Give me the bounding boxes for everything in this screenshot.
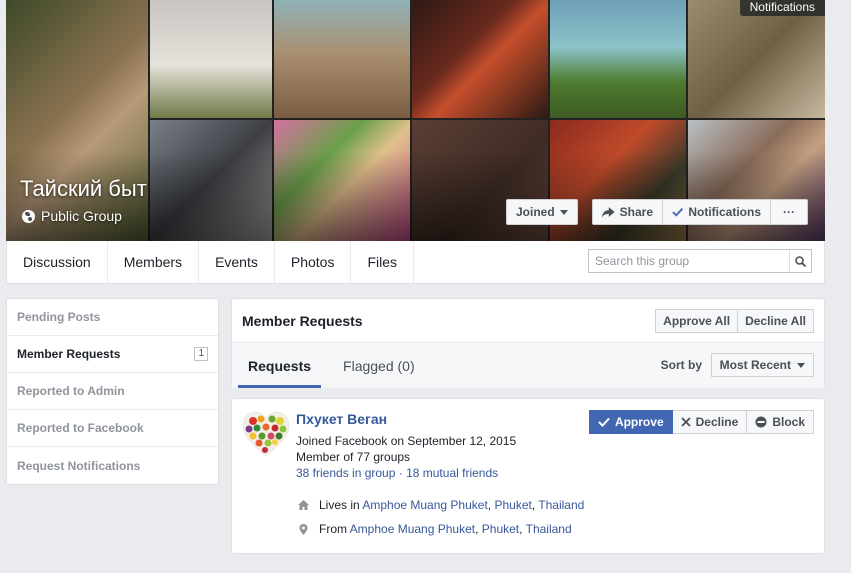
sort-dropdown[interactable]: Most Recent <box>710 353 814 377</box>
lives-in-prefix: Lives in <box>319 498 360 512</box>
tab-requests[interactable]: Requests <box>238 343 322 388</box>
checkmark-icon <box>598 417 610 427</box>
comma: , <box>519 522 523 536</box>
notifications-tooltip: Notifications <box>739 0 825 16</box>
cover-tile-monks <box>412 0 548 118</box>
from-text: From Amphoe Muang Phuket, Phuket, Thaila… <box>319 522 572 536</box>
joined-button-label: Joined <box>516 205 555 219</box>
tab-flagged[interactable]: Flagged (0) <box>333 343 425 388</box>
sort-label: Sort by <box>660 358 702 372</box>
sidebar-item-reported-to-admin[interactable]: Reported to Admin <box>7 373 218 410</box>
approve-all-button[interactable]: Approve All <box>655 309 739 333</box>
groups-count: Member of 77 groups <box>296 450 411 464</box>
sidebar-item-member-requests[interactable]: Member Requests 1 <box>7 336 218 373</box>
globe-icon <box>22 209 35 223</box>
group-privacy-label: Public Group <box>41 208 122 224</box>
block-button-label: Block <box>772 415 805 429</box>
group-nav-bar: Discussion Members Events Photos Files <box>6 241 825 284</box>
joined-button[interactable]: Joined <box>506 199 578 225</box>
more-dots-icon: ··· <box>783 205 795 219</box>
cover-tile-sign <box>688 0 825 118</box>
mutual-friends-link[interactable]: 18 mutual friends <box>406 466 498 480</box>
tab-discussion[interactable]: Discussion <box>7 241 108 283</box>
group-search <box>588 249 812 273</box>
search-icon <box>795 255 806 267</box>
tab-members[interactable]: Members <box>108 241 200 283</box>
cover-tile-beach <box>550 0 686 118</box>
lives-in-city-link[interactable]: Phuket <box>494 498 531 512</box>
lives-in-country-link[interactable]: Thailand <box>538 498 584 512</box>
from-country-link[interactable]: Thailand <box>526 522 572 536</box>
requester-name[interactable]: Пхукет Веган <box>296 411 387 427</box>
search-input[interactable] <box>589 250 789 272</box>
request-actions: Approve Decline Block <box>588 410 814 434</box>
decline-all-button[interactable]: Decline All <box>738 309 814 333</box>
lives-in-text: Lives in Amphoe Muang Phuket, Phuket, Th… <box>319 498 584 512</box>
heart-fruits-avatar <box>242 411 290 457</box>
chevron-down-icon <box>559 209 568 215</box>
lives-in-place-link[interactable]: Amphoe Muang Phuket <box>362 498 487 512</box>
bulk-actions: Approve All Decline All <box>655 309 814 333</box>
notifications-button-label: Notifications <box>688 205 761 219</box>
sidebar-item-label: Member Requests <box>17 347 121 361</box>
sidebar-item-label: Request Notifications <box>17 458 141 473</box>
share-button-label: Share <box>619 205 653 219</box>
group-privacy: Public Group <box>22 208 122 224</box>
sidebar-item-label: Reported to Admin <box>17 384 125 398</box>
comma: , <box>475 522 479 536</box>
share-icon <box>602 206 615 218</box>
close-icon <box>680 417 691 427</box>
group-title[interactable]: Тайский быт <box>20 176 147 202</box>
friends-info: 38 friends in group · 18 mutual friends <box>296 466 498 480</box>
from-place-link[interactable]: Amphoe Muang Phuket <box>350 522 475 536</box>
cover-tile-temple <box>150 0 272 118</box>
admin-sidebar: Pending Posts Member Requests 1 Reported… <box>6 298 219 485</box>
decline-button[interactable]: Decline <box>672 410 748 434</box>
member-request-card: Пхукет Веган Joined Facebook on Septembe… <box>231 398 825 554</box>
sidebar-item-request-notifications[interactable]: Request Notifications <box>7 447 218 484</box>
share-button[interactable]: Share <box>592 199 663 225</box>
home-icon <box>298 500 309 510</box>
tab-files[interactable]: Files <box>351 241 415 283</box>
group-cover-photo[interactable]: Тайский быт Public Group Notifications J… <box>6 0 825 241</box>
comma: , <box>487 498 492 512</box>
notifications-button[interactable]: Notifications <box>662 199 771 225</box>
member-requests-panel: Member Requests Approve All Decline All … <box>231 298 825 388</box>
location-pin-icon <box>299 523 308 535</box>
request-tabs: Requests Flagged (0) Sort by Most Recent <box>232 343 824 388</box>
comma: , <box>531 498 536 512</box>
from-row: From Amphoe Muang Phuket, Phuket, Thaila… <box>298 522 572 536</box>
friends-in-group-link[interactable]: 38 friends in group <box>296 466 395 480</box>
count-badge: 1 <box>194 347 208 361</box>
from-city-link[interactable]: Phuket <box>482 522 519 536</box>
from-prefix: From <box>319 522 347 536</box>
more-options-button[interactable]: ··· <box>770 199 808 225</box>
sort-dropdown-value: Most Recent <box>719 358 791 372</box>
decline-button-label: Decline <box>695 415 739 429</box>
tab-photos[interactable]: Photos <box>275 241 352 283</box>
cover-tile-pier <box>274 0 410 118</box>
block-icon <box>755 416 767 428</box>
sidebar-item-reported-to-facebook[interactable]: Reported to Facebook <box>7 410 218 447</box>
approve-button-label: Approve <box>614 415 664 429</box>
avatar[interactable] <box>241 410 291 458</box>
approve-button[interactable]: Approve <box>588 410 673 434</box>
block-button[interactable]: Block <box>747 410 814 434</box>
sidebar-item-pending-posts[interactable]: Pending Posts <box>7 299 218 336</box>
lives-in-row: Lives in Amphoe Muang Phuket, Phuket, Th… <box>298 498 584 512</box>
separator: · <box>395 466 407 480</box>
joined-date: Joined Facebook on September 12, 2015 <box>296 434 517 448</box>
panel-title: Member Requests <box>242 312 363 329</box>
checkmark-icon <box>672 208 684 217</box>
search-button[interactable] <box>789 250 811 272</box>
sidebar-item-label: Reported to Facebook <box>17 421 144 435</box>
chevron-down-icon <box>797 362 805 368</box>
sidebar-item-label: Pending Posts <box>17 310 101 324</box>
tab-events[interactable]: Events <box>199 241 275 283</box>
